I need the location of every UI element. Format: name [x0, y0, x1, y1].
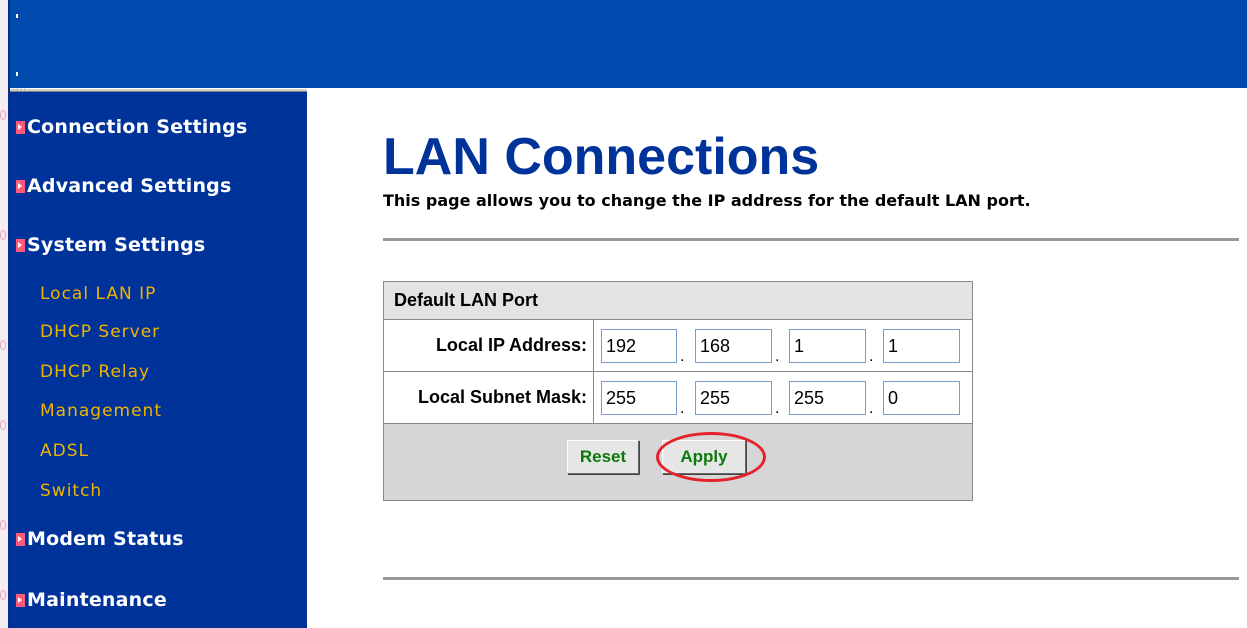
edge-decoration — [0, 420, 6, 430]
octet-separator: . — [680, 348, 685, 365]
divider — [383, 238, 1239, 241]
divider — [383, 577, 1239, 580]
sidebar-subitem-dhcp-relay[interactable]: DHCP Relay — [40, 362, 150, 382]
banner-marker — [16, 72, 18, 76]
window-left-edge — [0, 0, 8, 628]
sidebar-subitem-adsl[interactable]: ADSL — [40, 441, 89, 461]
edge-decoration — [0, 590, 6, 600]
arrow-right-icon — [16, 593, 25, 607]
arrow-right-icon — [16, 179, 25, 193]
header-banner — [10, 0, 1247, 88]
sidebar-item-connection-settings[interactable]: Connection Settings — [16, 116, 247, 138]
ip-address-row: Local IP Address: 192 . 168 . 1 . 1 — [384, 320, 972, 372]
edge-decoration — [0, 520, 6, 530]
octet-separator: . — [680, 400, 685, 417]
subnet-mask-label: Local Subnet Mask: — [384, 372, 594, 423]
lan-port-panel: Default LAN Port Local IP Address: 192 .… — [383, 281, 973, 501]
apply-button[interactable]: Apply — [662, 440, 746, 474]
sidebar-subitem-switch[interactable]: Switch — [40, 481, 102, 501]
mask-octet-3-input[interactable]: 255 — [789, 381, 866, 415]
arrow-down-icon — [16, 238, 25, 252]
arrow-right-icon — [16, 120, 25, 134]
mask-octet-1-input[interactable]: 255 — [601, 381, 677, 415]
mask-octet-4-input[interactable]: 0 — [883, 381, 960, 415]
sidebar-item-label: Advanced Settings — [27, 175, 232, 197]
sidebar-item-modem-status[interactable]: Modem Status — [16, 528, 184, 550]
sidebar-subitem-management[interactable]: Management — [40, 401, 162, 421]
sidebar-item-label: Modem Status — [27, 528, 184, 550]
sidebar: Connection Settings Advanced Settings Sy… — [10, 92, 307, 628]
edge-decoration — [0, 340, 6, 350]
main-content: LAN Connections This page allows you to … — [307, 92, 1247, 628]
edge-decoration — [0, 110, 6, 120]
ip-octet-2-input[interactable]: 168 — [695, 329, 772, 363]
page-description: This page allows you to change the IP ad… — [383, 191, 1031, 210]
sidebar-item-system-settings[interactable]: System Settings — [16, 234, 205, 256]
octet-separator: . — [775, 348, 780, 365]
reset-button[interactable]: Reset — [567, 440, 639, 474]
octet-separator: . — [869, 400, 874, 417]
octet-separator: . — [775, 400, 780, 417]
edge-decoration — [0, 230, 6, 240]
ip-octet-3-input[interactable]: 1 — [789, 329, 866, 363]
panel-header: Default LAN Port — [384, 282, 972, 320]
arrow-right-icon — [16, 532, 25, 546]
panel-actions: Reset Apply — [384, 424, 972, 500]
sidebar-item-label: Maintenance — [27, 589, 167, 611]
ip-octet-1-input[interactable]: 192 — [601, 329, 677, 363]
page-title: LAN Connections — [383, 128, 820, 186]
octet-separator: . — [869, 348, 874, 365]
subnet-mask-row: Local Subnet Mask: 255 . 255 . 255 . 0 — [384, 372, 972, 424]
sidebar-item-label: System Settings — [27, 234, 206, 256]
sidebar-item-label: Connection Settings — [27, 116, 248, 138]
sidebar-item-maintenance[interactable]: Maintenance — [16, 589, 167, 611]
sidebar-subitem-dhcp-server[interactable]: DHCP Server — [40, 322, 160, 342]
banner-marker — [16, 14, 18, 18]
ip-octet-4-input[interactable]: 1 — [883, 329, 960, 363]
mask-octet-2-input[interactable]: 255 — [695, 381, 772, 415]
sidebar-subitem-local-lan-ip[interactable]: Local LAN IP — [40, 284, 156, 304]
sidebar-item-advanced-settings[interactable]: Advanced Settings — [16, 175, 232, 197]
ip-address-label: Local IP Address: — [384, 320, 594, 371]
